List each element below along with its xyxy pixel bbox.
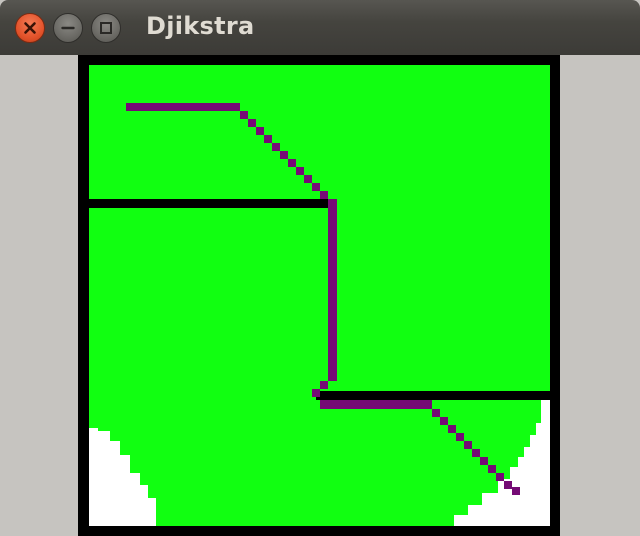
path-step bbox=[280, 151, 288, 159]
path-step bbox=[448, 425, 456, 433]
path-step bbox=[504, 481, 512, 489]
path-segment bbox=[126, 103, 240, 111]
path-step bbox=[488, 465, 496, 473]
path-step bbox=[312, 183, 320, 191]
path-step bbox=[312, 389, 320, 397]
path-step bbox=[496, 473, 504, 481]
path-step bbox=[464, 441, 472, 449]
wall-upper bbox=[89, 199, 335, 208]
path-segment bbox=[328, 199, 337, 381]
window-title: Djikstra bbox=[146, 12, 255, 40]
path-step bbox=[240, 111, 248, 119]
path-step bbox=[256, 127, 264, 135]
minimize-button[interactable] bbox=[53, 13, 83, 43]
path-step bbox=[304, 175, 312, 183]
grid-svg bbox=[78, 55, 560, 536]
path-step bbox=[288, 159, 296, 167]
path-step bbox=[456, 433, 464, 441]
maximize-icon bbox=[100, 22, 112, 34]
path-step bbox=[480, 457, 488, 465]
pathfinding-canvas[interactable] bbox=[78, 55, 560, 536]
path-segment bbox=[320, 400, 432, 409]
path-step bbox=[272, 143, 280, 151]
path-step bbox=[432, 409, 440, 417]
title-bar[interactable]: Djikstra bbox=[0, 0, 640, 55]
path-step bbox=[248, 119, 256, 127]
path-step bbox=[440, 417, 448, 425]
path-step bbox=[320, 381, 328, 389]
app-window: Djikstra bbox=[0, 0, 640, 536]
maximize-button[interactable] bbox=[91, 13, 121, 43]
path-step bbox=[512, 487, 520, 495]
explored-region bbox=[89, 65, 550, 526]
path-step bbox=[296, 167, 304, 175]
path-step bbox=[472, 449, 480, 457]
minimize-icon bbox=[61, 26, 75, 30]
close-icon bbox=[24, 22, 36, 34]
wall-lower bbox=[316, 391, 550, 400]
close-button[interactable] bbox=[15, 13, 45, 43]
path-step bbox=[264, 135, 272, 143]
path-step bbox=[320, 191, 328, 199]
